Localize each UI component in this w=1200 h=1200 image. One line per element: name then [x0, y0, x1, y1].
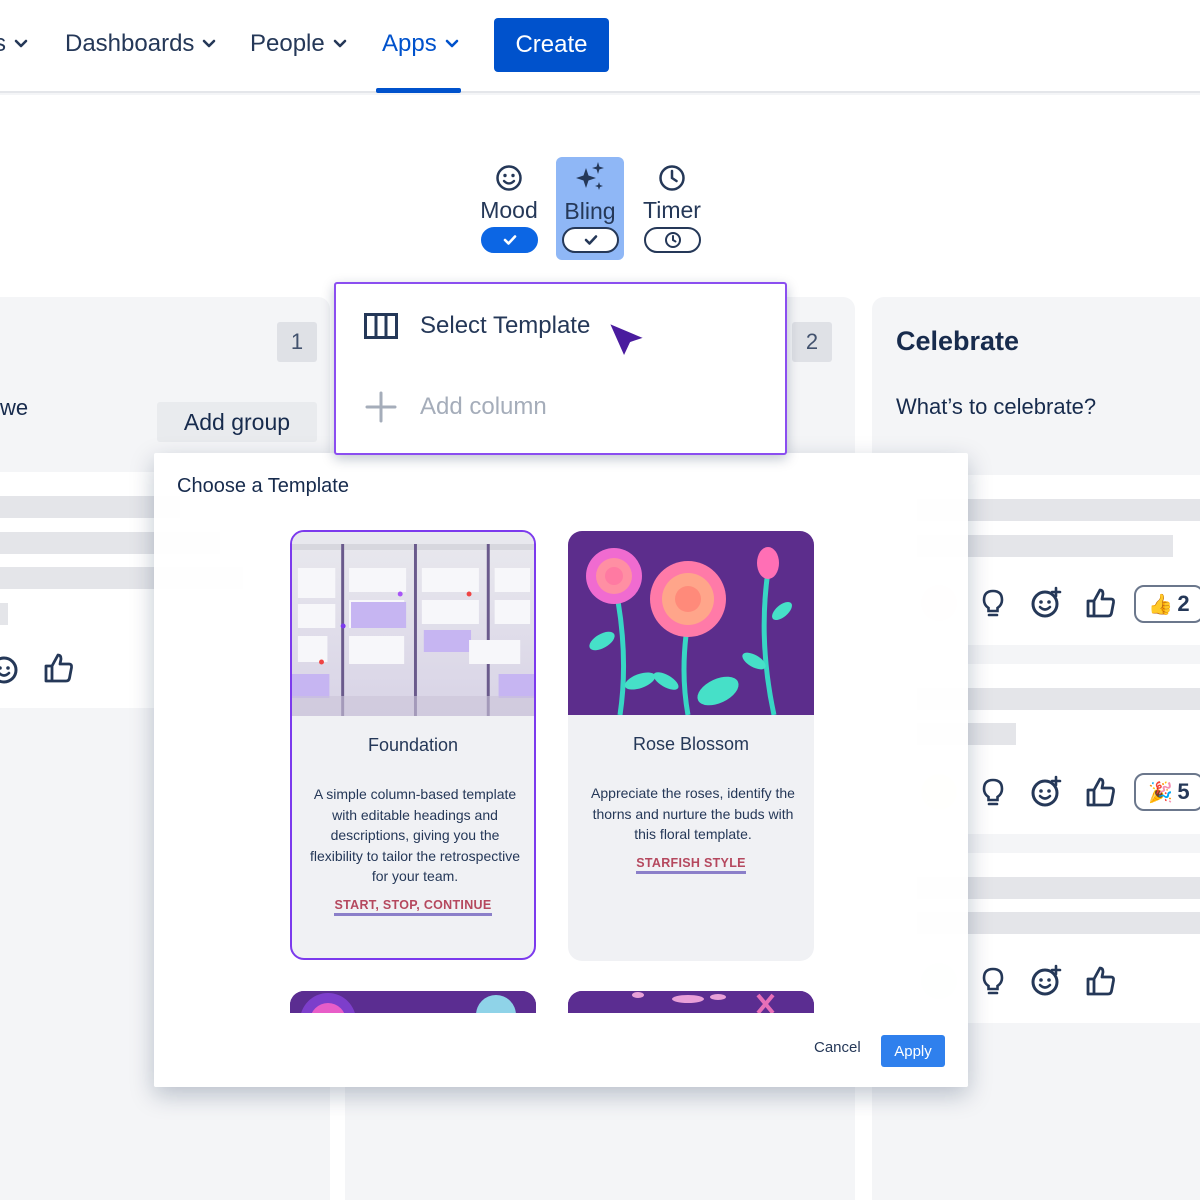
template-name: Foundation: [367, 735, 459, 755]
placeholder-text-line: [0, 496, 180, 518]
columns-icon: [364, 313, 398, 339]
feature-label: Timer: [643, 197, 701, 223]
mouse-cursor-icon: [606, 320, 648, 360]
chevron-down-icon: [14, 39, 28, 48]
top-navigation: s Dashboards People Apps Create: [0, 0, 1200, 93]
add-reaction-icon[interactable]: [0, 652, 22, 686]
thumbs-up-icon[interactable]: [1084, 964, 1118, 998]
feature-timer[interactable]: Timer: [638, 157, 706, 260]
clock-icon: [664, 232, 681, 248]
column-card-count: 1: [277, 322, 317, 362]
feature-bling[interactable]: Bling: [556, 157, 624, 260]
clock-icon: [659, 165, 685, 191]
add-column-menu-item[interactable]: Add column: [364, 390, 547, 424]
nav-item-people[interactable]: People: [250, 30, 347, 58]
thumbs-up-icon[interactable]: [1084, 775, 1118, 809]
reaction-badge[interactable]: 👍 2: [1134, 585, 1200, 623]
column-options-dropdown: Select Template Add column: [334, 282, 787, 455]
modal-title: Choose a Template: [177, 475, 349, 497]
template-thumbnail-partial: [568, 991, 814, 1013]
nav-item-label: Dashboards: [65, 30, 195, 57]
reaction-badge[interactable]: 🎉 5: [1134, 773, 1200, 811]
chevron-down-icon: [203, 39, 216, 48]
active-nav-indicator: [376, 88, 461, 93]
column-card-count: 2: [792, 322, 832, 362]
choose-template-modal: Choose a Template Foundation A simple co…: [154, 453, 968, 1087]
add-reaction-icon[interactable]: [1029, 964, 1063, 998]
add-reaction-icon[interactable]: [1029, 775, 1063, 809]
template-thumbnail-partial: [290, 991, 536, 1013]
template-style-tag-text: STARFISH STYLE: [636, 856, 746, 874]
reaction-emoji: 👍: [1148, 593, 1174, 616]
template-card-foundation[interactable]: Foundation A simple column-based templat…: [290, 530, 536, 960]
create-button[interactable]: Create: [494, 18, 609, 72]
template-style-tag: START, STOP, CONTINUE: [292, 898, 534, 916]
template-card-partial[interactable]: [568, 991, 814, 1013]
nav-item-dashboards[interactable]: Dashboards: [65, 30, 216, 58]
nav-item-partial[interactable]: s: [0, 30, 28, 58]
nav-item-label: Apps: [382, 30, 437, 57]
mood-toggle[interactable]: [481, 227, 538, 253]
sparkles-icon: [576, 162, 604, 190]
nav-item-label: s: [0, 30, 6, 57]
placeholder-text-line: [0, 603, 8, 625]
idea-bulb-icon[interactable]: [976, 964, 1010, 998]
column-subtitle: we: [0, 395, 29, 420]
feature-label: Bling: [564, 198, 616, 224]
template-card-partial[interactable]: [290, 991, 536, 1013]
reaction-emoji: 🎉: [1148, 781, 1174, 804]
nav-item-label: People: [250, 30, 325, 57]
timer-toggle[interactable]: [644, 227, 701, 253]
column-title: Celebrate: [896, 326, 1020, 356]
apply-button[interactable]: Apply: [881, 1035, 945, 1067]
feature-label: Mood: [480, 197, 538, 223]
feature-mood[interactable]: Mood: [475, 157, 543, 260]
template-description: Appreciate the roses, identify the thorn…: [591, 785, 795, 842]
template-style-tag: STARFISH STYLE: [568, 856, 814, 874]
chevron-down-icon: [445, 39, 459, 48]
rose-blossom-illustration: [568, 531, 814, 715]
add-group-button[interactable]: Add group: [157, 402, 317, 442]
template-style-tag-text: START, STOP, CONTINUE: [334, 898, 492, 916]
foundation-thumbnail: [292, 532, 534, 716]
add-reaction-icon[interactable]: [1029, 586, 1063, 620]
chevron-down-icon: [333, 39, 347, 48]
idea-bulb-icon[interactable]: [976, 586, 1010, 620]
thumbs-up-icon[interactable]: [1084, 586, 1118, 620]
smiley-icon: [496, 165, 522, 191]
idea-bulb-icon[interactable]: [976, 775, 1010, 809]
check-icon: [584, 235, 597, 245]
template-name: Rose Blossom: [632, 734, 750, 754]
plus-icon: [365, 391, 397, 423]
thumbs-up-icon[interactable]: [42, 651, 76, 685]
cancel-button[interactable]: Cancel: [814, 1039, 861, 1056]
menu-item-label: Select Template: [420, 312, 591, 339]
template-card-rose-blossom[interactable]: Rose Blossom Appreciate the roses, ident…: [568, 531, 814, 961]
template-description: A simple column-based template with edit…: [309, 786, 521, 884]
menu-item-label: Add column: [420, 393, 547, 420]
column-subtitle: What’s to celebrate?: [896, 394, 1097, 419]
check-icon: [503, 235, 516, 245]
nav-item-apps[interactable]: Apps: [382, 30, 459, 58]
reaction-count: 2: [1177, 591, 1190, 616]
select-template-menu-item[interactable]: Select Template: [364, 312, 590, 340]
reaction-count: 5: [1177, 779, 1190, 804]
bling-toggle[interactable]: [562, 227, 619, 253]
